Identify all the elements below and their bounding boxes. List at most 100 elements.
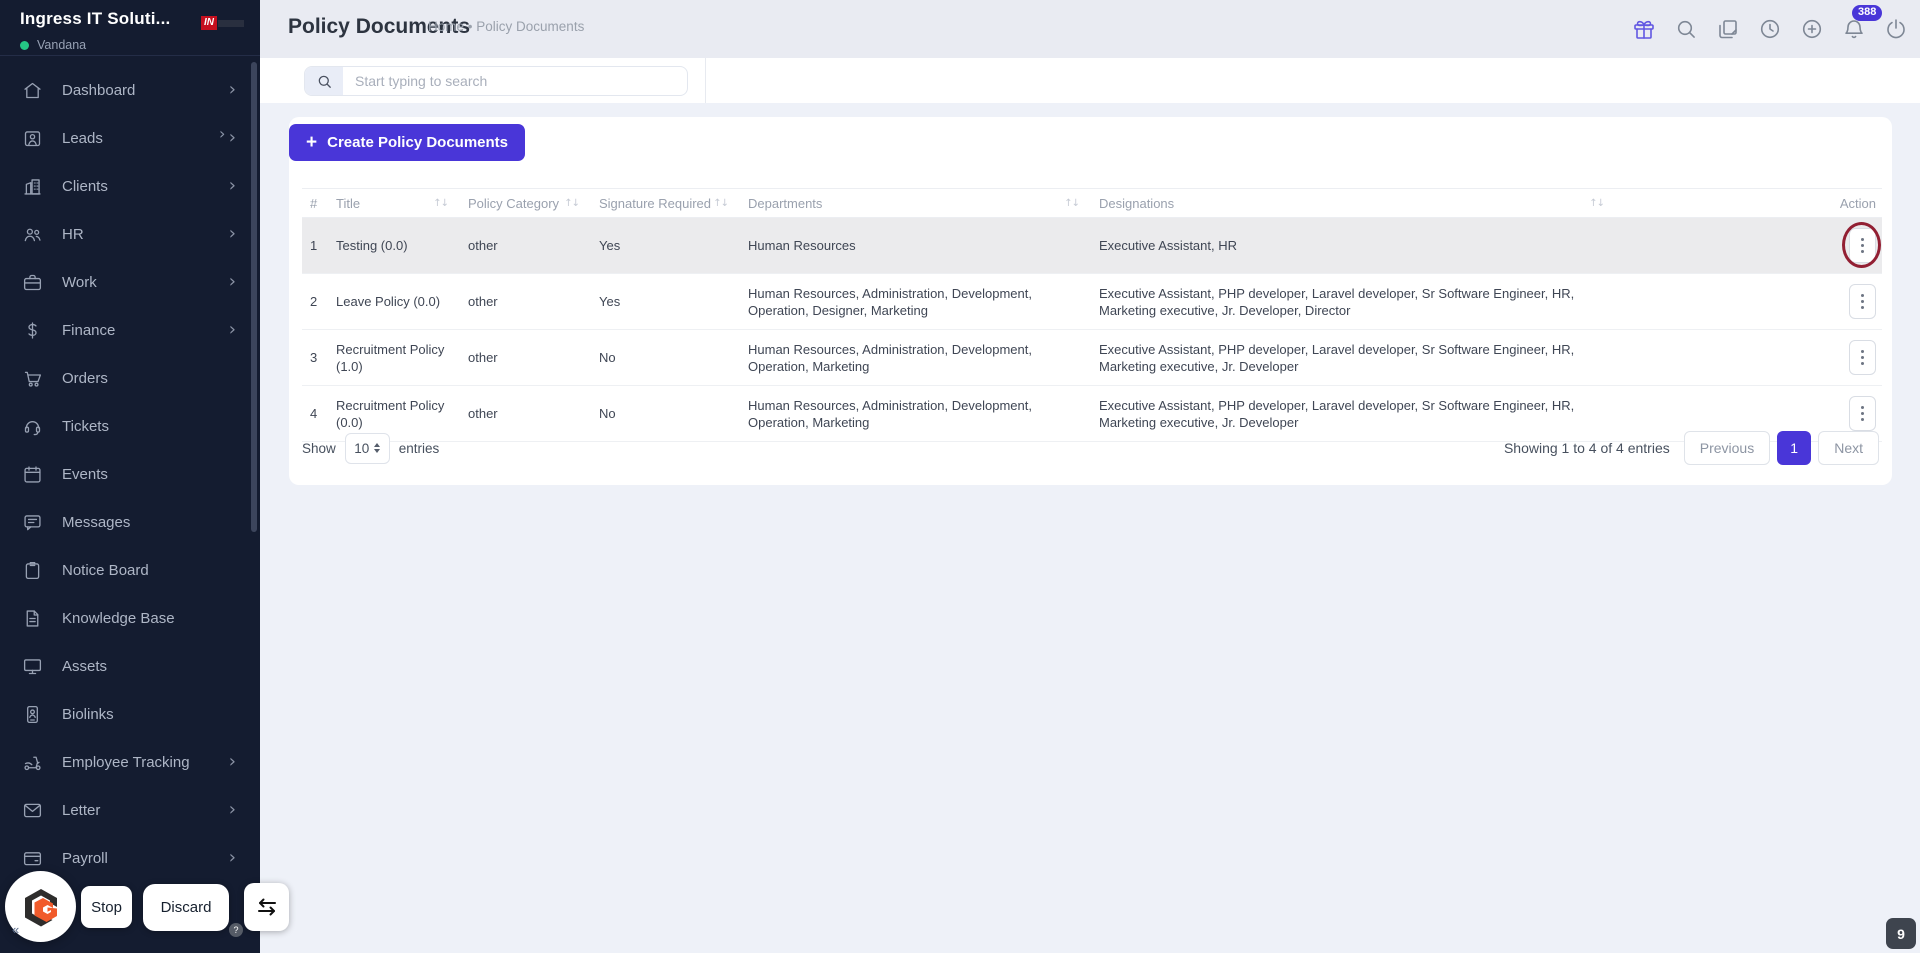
sidebar-item-biolinks[interactable]: Biolinks: [0, 690, 260, 738]
id-badge-icon: [22, 704, 43, 725]
row-designations: Executive Assistant, PHP developer, Lara…: [1091, 274, 1616, 330]
sidebar-item-messages[interactable]: Messages: [0, 498, 260, 546]
row-number: 3: [302, 330, 328, 386]
sidebar-item-finance[interactable]: Finance ›: [0, 306, 260, 354]
row-category: other: [460, 274, 591, 330]
breadcrumb-home[interactable]: Home: [428, 19, 464, 34]
chevron-right-icon: ›: [229, 849, 236, 867]
stop-button[interactable]: Stop: [81, 886, 132, 928]
online-status-icon: [20, 41, 29, 50]
sidebar-item-label: Knowledge Base: [62, 610, 175, 627]
sidebar-item-letter[interactable]: Letter ›: [0, 786, 260, 834]
create-button-label: Create Policy Documents: [327, 134, 508, 151]
row-title: Leave Policy (0.0): [328, 274, 460, 330]
help-icon[interactable]: ?: [229, 923, 243, 937]
column-spacer: [1616, 189, 1804, 218]
swap-button[interactable]: [244, 883, 289, 931]
row-actions-menu-button[interactable]: [1849, 340, 1876, 375]
sidebar-item-employee-tracking[interactable]: Employee Tracking ›: [0, 738, 260, 786]
breadcrumb: Home • Policy Documents: [428, 19, 584, 34]
table-row[interactable]: 1 Testing (0.0) other Yes Human Resource…: [302, 218, 1882, 274]
brand: Ingress IT Soluti... IN Vandana: [0, 0, 260, 56]
search-icon[interactable]: [1673, 17, 1698, 42]
plus-circle-icon[interactable]: [1799, 17, 1824, 42]
column-title: Title↑↓: [328, 189, 460, 218]
policy-documents-table: # Title↑↓ Policy Category↑↓ Signature Re…: [302, 188, 1882, 442]
search-input[interactable]: [343, 67, 687, 95]
sidebar-scrollbar[interactable]: [251, 62, 257, 532]
work-icon: [22, 272, 43, 293]
sidebar-item-dashboard[interactable]: Dashboard ›: [0, 66, 260, 114]
page-size-select[interactable]: 10: [345, 433, 390, 464]
topbar-icons: 388: [1631, 0, 1908, 58]
sort-icon[interactable]: ↑↓: [1589, 198, 1608, 209]
sort-icon[interactable]: ↑↓: [713, 198, 732, 209]
sidebar-item-label: Dashboard: [62, 82, 135, 99]
select-arrows-icon: [374, 443, 380, 453]
sidebar-nav: Dashboard › Leads › Clients › HR › Work: [0, 56, 260, 882]
chevron-right-icon: ›: [229, 81, 236, 99]
sidebar-item-hr[interactable]: HR ›: [0, 210, 260, 258]
row-signature: Yes: [591, 218, 740, 274]
bell-icon[interactable]: 388: [1841, 17, 1866, 42]
hr-icon: [22, 224, 43, 245]
sidebar-item-work[interactable]: Work ›: [0, 258, 260, 306]
monitor-icon: [22, 656, 43, 677]
row-actions-menu-button[interactable]: [1849, 396, 1876, 431]
row-designations: Executive Assistant, PHP developer, Lara…: [1091, 330, 1616, 386]
create-policy-documents-button[interactable]: + Create Policy Documents: [289, 124, 525, 161]
chevron-right-icon: ›: [229, 321, 236, 339]
entries-label: entries: [399, 441, 440, 456]
sidebar-item-events[interactable]: Events: [0, 450, 260, 498]
row-actions-menu-button[interactable]: [1849, 228, 1876, 263]
sort-icon[interactable]: ↑↓: [564, 198, 583, 209]
chevron-right-icon: ›: [229, 177, 236, 195]
row-number: 2: [302, 274, 328, 330]
sidebar-item-assets[interactable]: Assets: [0, 642, 260, 690]
row-signature: Yes: [591, 274, 740, 330]
sort-icon[interactable]: ↑↓: [1064, 198, 1083, 209]
discard-button[interactable]: Discard: [143, 884, 229, 931]
user-name: Vandana: [37, 38, 86, 52]
sidebar-item-tickets[interactable]: Tickets: [0, 402, 260, 450]
next-page-button[interactable]: Next: [1818, 431, 1879, 465]
sort-icon[interactable]: ↑↓: [433, 198, 452, 209]
user-status: Vandana: [20, 38, 246, 52]
sidebar-item-label: Payroll: [62, 850, 108, 867]
row-category: other: [460, 330, 591, 386]
column-action: Action: [1804, 189, 1882, 218]
corner-count-badge: 9: [1886, 918, 1916, 949]
file-text-icon: [22, 608, 43, 629]
notification-badge: 388: [1852, 5, 1882, 21]
row-title: Recruitment Policy (1.0): [328, 330, 460, 386]
sidebar-item-label: HR: [62, 226, 84, 243]
table-row[interactable]: 3 Recruitment Policy (1.0) other No Huma…: [302, 330, 1882, 386]
sidebar-collapse-icon[interactable]: ›: [219, 124, 225, 143]
dollar-icon: [22, 320, 43, 341]
sidebar-item-label: Clients: [62, 178, 108, 195]
chevron-right-icon: ›: [229, 129, 236, 147]
previous-page-button[interactable]: Previous: [1684, 431, 1770, 465]
pagination-summary: Showing 1 to 4 of 4 entries: [1504, 440, 1670, 456]
show-label: Show: [302, 441, 336, 456]
column-designations: Designations↑↓: [1091, 189, 1616, 218]
sidebar-item-orders[interactable]: Orders: [0, 354, 260, 402]
power-icon[interactable]: [1883, 17, 1908, 42]
sidebar-item-knowledge-base[interactable]: Knowledge Base: [0, 594, 260, 642]
cart-icon: [22, 368, 43, 389]
clock-icon[interactable]: [1757, 17, 1782, 42]
page-1-button[interactable]: 1: [1777, 431, 1811, 465]
screen: Ingress IT Soluti... IN Vandana Dashboar…: [0, 0, 1920, 953]
sidebar-item-label: Messages: [62, 514, 130, 531]
sidebar-item-notice-board[interactable]: Notice Board: [0, 546, 260, 594]
gift-icon[interactable]: [1631, 17, 1656, 42]
row-departments: Human Resources: [740, 218, 1091, 274]
chevron-right-icon: ›: [229, 801, 236, 819]
notes-icon[interactable]: [1715, 17, 1740, 42]
row-signature: No: [591, 330, 740, 386]
divider: [705, 58, 706, 103]
sidebar-item-clients[interactable]: Clients ›: [0, 162, 260, 210]
column-signature-required: Signature Required↑↓: [591, 189, 740, 218]
row-actions-menu-button[interactable]: [1849, 284, 1876, 319]
table-row[interactable]: 2 Leave Policy (0.0) other Yes Human Res…: [302, 274, 1882, 330]
